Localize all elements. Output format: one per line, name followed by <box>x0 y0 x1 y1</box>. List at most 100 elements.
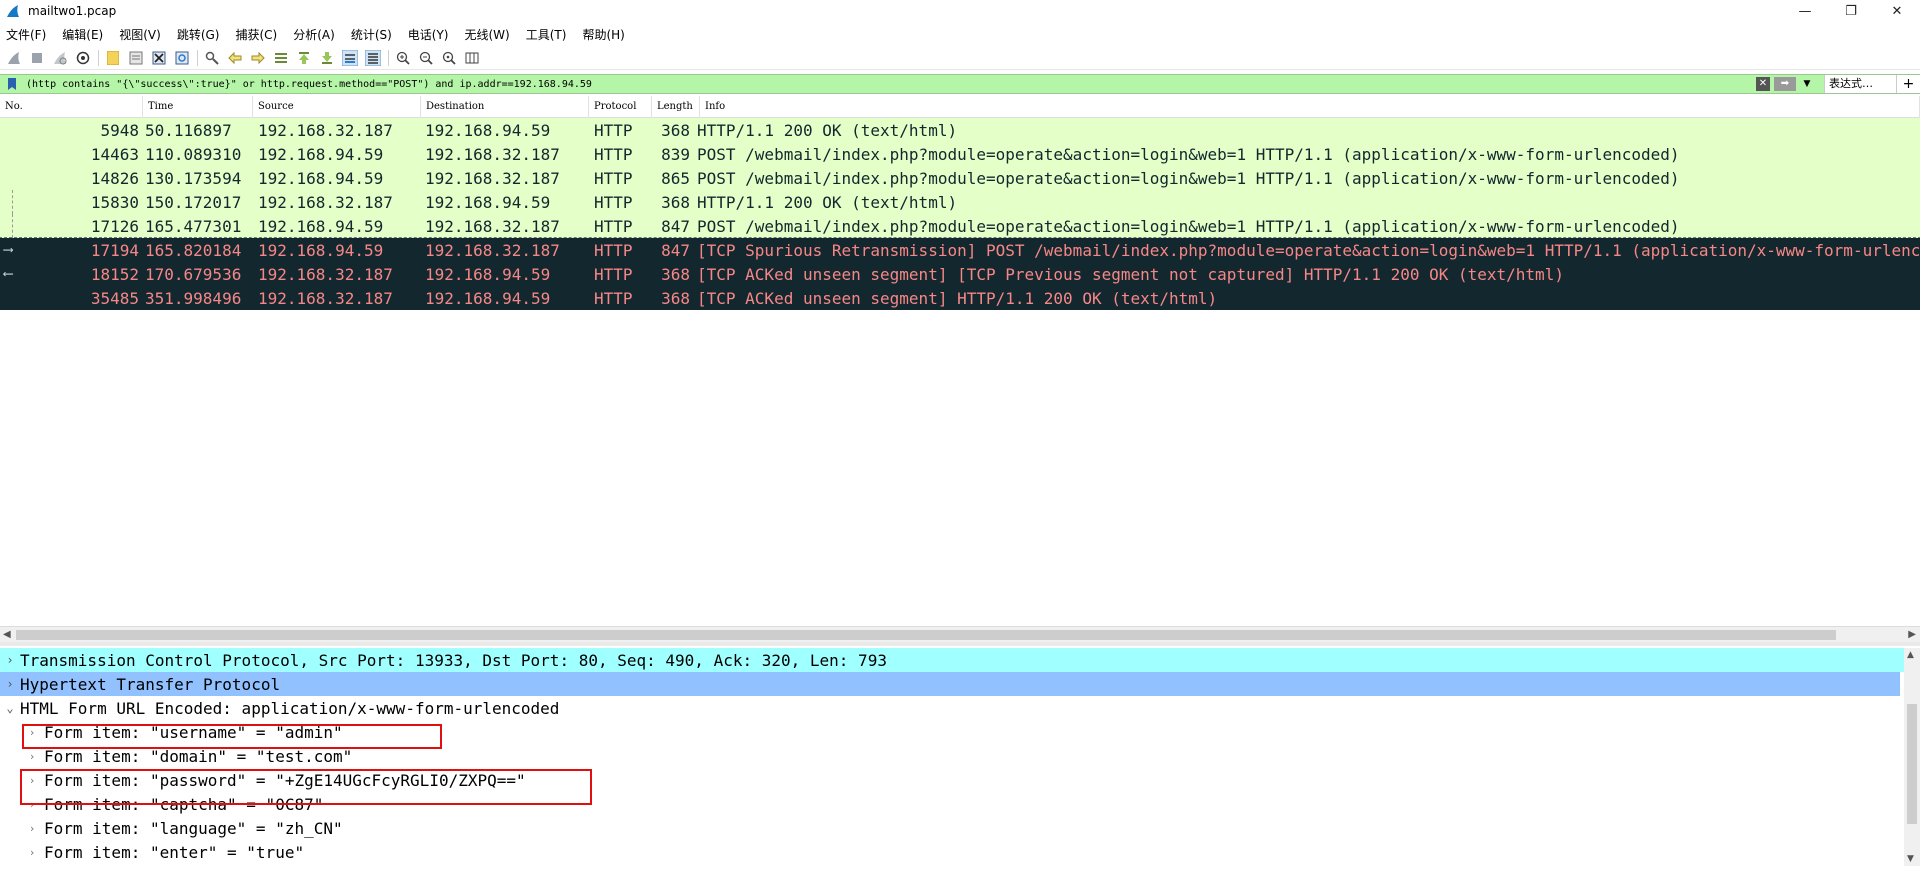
cell-info: POST /webmail/index.php?module=operate&a… <box>697 168 1680 188</box>
highlight-box-password <box>20 769 592 805</box>
zoom-normal-icon[interactable] <box>441 50 457 66</box>
apply-filter-icon[interactable]: ➡ <box>1774 77 1796 91</box>
related-packet-arrow-icon: ⟵ <box>4 266 13 282</box>
menu-telephony[interactable]: 电话(Y) <box>408 26 449 43</box>
detail-tcp-text: Transmission Control Protocol, Src Port:… <box>20 650 887 670</box>
packet-row[interactable]: 5948 50.116897 192.168.32.187 192.168.94… <box>0 118 1920 142</box>
expand-chevron-icon[interactable]: › <box>20 822 44 835</box>
wireshark-fin-icon <box>7 5 19 17</box>
cell-length: 368 <box>661 288 690 308</box>
expression-button[interactable]: 表达式… <box>1824 75 1896 93</box>
related-packet-line <box>12 190 13 214</box>
column-header-length[interactable]: Length <box>652 96 700 118</box>
detail-form[interactable]: ⌄ HTML Form URL Encoded: application/x-w… <box>0 696 1904 720</box>
cell-protocol: HTTP <box>594 264 633 284</box>
scroll-left-icon[interactable]: ◀ <box>3 627 11 643</box>
scroll-right-icon[interactable]: ▶ <box>1908 627 1916 643</box>
packet-row-selected[interactable]: ⟶ 17194 165.820184 192.168.94.59 192.168… <box>0 237 1920 263</box>
cell-protocol: HTTP <box>594 288 633 308</box>
cell-destination: 192.168.94.59 <box>425 264 551 284</box>
close-file-icon[interactable] <box>151 50 167 66</box>
column-header-source[interactable]: Source <box>253 96 421 118</box>
menu-capture[interactable]: 捕获(C) <box>235 26 277 43</box>
zoom-in-icon[interactable] <box>395 50 411 66</box>
restart-icon[interactable] <box>52 50 68 66</box>
minimize-button[interactable]: — <box>1782 0 1828 22</box>
detail-http-text: Hypertext Transfer Protocol <box>20 674 281 694</box>
colorize-icon[interactable] <box>365 49 381 66</box>
form-item-enter[interactable]: › Form item: "enter" = "true" <box>0 840 1904 864</box>
scrollbar-thumb[interactable] <box>16 630 1836 640</box>
find-packet-icon[interactable] <box>204 50 220 66</box>
cell-info: HTTP/1.1 200 OK (text/html) <box>697 192 958 212</box>
resize-columns-icon[interactable] <box>464 50 480 66</box>
details-vertical-scrollbar[interactable]: ▲ ▼ <box>1904 648 1920 866</box>
display-filter-input[interactable]: (http contains "{\"success\":true}" or h… <box>26 79 1756 90</box>
go-first-icon[interactable] <box>296 50 312 66</box>
cell-destination: 192.168.94.59 <box>425 192 551 212</box>
expand-chevron-icon[interactable]: › <box>0 653 20 667</box>
cell-destination: 192.168.32.187 <box>425 216 560 236</box>
form-item-text: Form item: "enter" = "true" <box>44 842 305 862</box>
menu-edit[interactable]: 编辑(E) <box>62 26 103 43</box>
menu-file[interactable]: 文件(F) <box>6 26 46 43</box>
packet-row[interactable]: 14826 130.173594 192.168.94.59 192.168.3… <box>0 166 1920 190</box>
stop-icon[interactable] <box>29 50 45 66</box>
scrollbar-thumb[interactable] <box>1907 704 1917 824</box>
cell-protocol: HTTP <box>594 168 633 188</box>
column-header-info[interactable]: Info <box>700 96 1920 118</box>
expand-chevron-icon[interactable]: › <box>0 677 20 691</box>
filter-history-dropdown-icon[interactable]: ▼ <box>1800 79 1814 89</box>
menu-wireless[interactable]: 无线(W) <box>465 26 510 43</box>
packet-row[interactable]: ⟵ 18152 170.679536 192.168.32.187 192.16… <box>0 262 1920 286</box>
column-header-destination[interactable]: Destination <box>421 96 589 118</box>
expand-chevron-icon[interactable]: › <box>20 750 44 763</box>
clear-filter-icon[interactable]: ✕ <box>1756 77 1770 91</box>
shark-start-icon[interactable] <box>6 50 22 66</box>
add-filter-button[interactable]: + <box>1896 75 1920 93</box>
cell-info: HTTP/1.1 200 OK (text/html) <box>697 120 958 140</box>
packet-list-horizontal-scrollbar[interactable]: ◀ ▶ <box>0 626 1920 642</box>
scroll-down-icon[interactable]: ▼ <box>1907 854 1914 864</box>
cell-source: 192.168.94.59 <box>258 144 384 164</box>
menu-statistics[interactable]: 统计(S) <box>351 26 392 43</box>
menu-view[interactable]: 视图(V) <box>119 26 161 43</box>
packet-row[interactable]: 17126 165.477301 192.168.94.59 192.168.3… <box>0 214 1920 238</box>
auto-scroll-icon[interactable] <box>342 49 358 66</box>
zoom-out-icon[interactable] <box>418 50 434 66</box>
cell-time: 150.172017 <box>145 192 242 212</box>
menu-help[interactable]: 帮助(H) <box>582 26 624 43</box>
form-item-language[interactable]: › Form item: "language" = "zh_CN" <box>0 816 1904 840</box>
maximize-button[interactable]: ❐ <box>1828 0 1874 22</box>
menu-tools[interactable]: 工具(T) <box>526 26 567 43</box>
bookmark-icon[interactable] <box>4 75 20 93</box>
close-button[interactable]: ✕ <box>1874 0 1920 22</box>
packet-row[interactable]: 14463 110.089310 192.168.94.59 192.168.3… <box>0 142 1920 166</box>
cell-source: 192.168.32.187 <box>258 120 393 140</box>
reload-icon[interactable] <box>174 50 190 66</box>
capture-options-icon[interactable] <box>75 50 91 66</box>
detail-tcp[interactable]: › Transmission Control Protocol, Src Por… <box>0 648 1904 672</box>
save-file-icon[interactable] <box>128 50 144 66</box>
menu-analyze[interactable]: 分析(A) <box>293 26 335 43</box>
pane-splitter[interactable] <box>0 642 1920 646</box>
column-header-no[interactable]: No. <box>0 96 143 118</box>
title-bar: mailtwo1.pcap — ❐ ✕ <box>0 0 1920 22</box>
go-forward-icon[interactable] <box>250 50 266 66</box>
column-header-time[interactable]: Time <box>143 96 253 118</box>
packet-row[interactable]: 35485 351.998496 192.168.32.187 192.168.… <box>0 286 1920 310</box>
go-to-packet-icon[interactable] <box>273 50 289 66</box>
open-file-icon[interactable] <box>105 50 121 66</box>
detail-http[interactable]: › Hypertext Transfer Protocol <box>0 672 1900 696</box>
scroll-up-icon[interactable]: ▲ <box>1907 650 1914 660</box>
cell-destination: 192.168.32.187 <box>425 240 560 260</box>
menu-go[interactable]: 跳转(G) <box>177 26 220 43</box>
toolbar-separator <box>98 49 99 66</box>
cell-source: 192.168.32.187 <box>258 192 393 212</box>
collapse-chevron-icon[interactable]: ⌄ <box>0 701 20 715</box>
go-last-icon[interactable] <box>319 50 335 66</box>
expand-chevron-icon[interactable]: › <box>20 846 44 859</box>
column-header-protocol[interactable]: Protocol <box>589 96 652 118</box>
go-back-icon[interactable] <box>227 50 243 66</box>
packet-row[interactable]: 15830 150.172017 192.168.32.187 192.168.… <box>0 190 1920 214</box>
